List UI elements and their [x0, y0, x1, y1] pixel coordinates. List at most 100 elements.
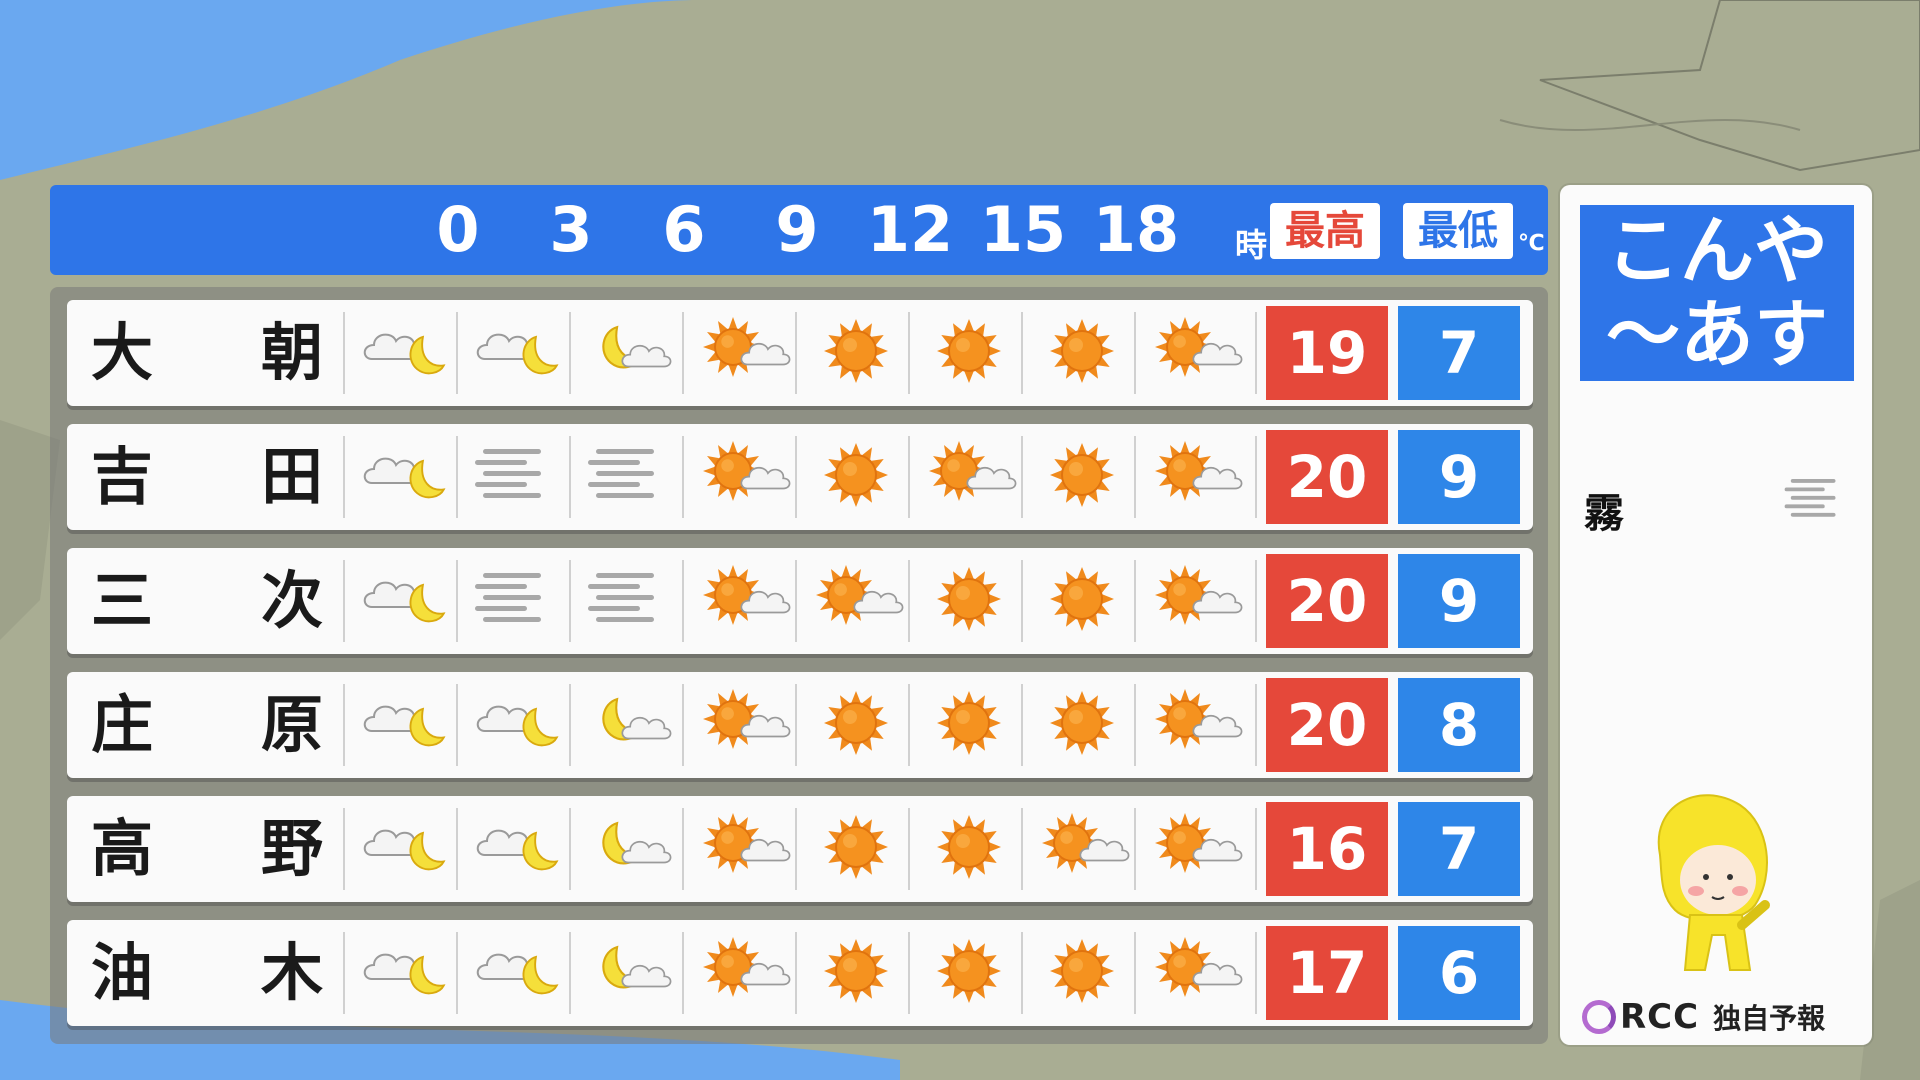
column-separator — [908, 560, 910, 642]
cloud-moon-icon — [356, 683, 452, 767]
column-separator — [569, 932, 571, 1014]
hour-label: 18 — [1092, 193, 1180, 266]
fog-icon — [469, 559, 565, 643]
column-separator — [569, 684, 571, 766]
column-separator — [343, 560, 345, 642]
sun-icon — [921, 931, 1017, 1015]
sun-icon — [921, 683, 1017, 767]
city-name-part1: 油 — [91, 936, 154, 1009]
weather-cell — [1025, 434, 1138, 520]
weather-cell — [460, 558, 573, 644]
weather-cell — [347, 682, 460, 768]
weather-cell — [347, 806, 460, 892]
sun-cloud-icon — [808, 559, 904, 643]
column-separator — [456, 560, 458, 642]
column-separator — [1134, 312, 1136, 394]
weather-cell — [1138, 682, 1251, 768]
weather-cell — [1138, 558, 1251, 644]
weather-cell — [347, 558, 460, 644]
mascot-icon — [1657, 794, 1770, 971]
moon-cloud-icon — [582, 807, 678, 891]
weather-cell — [799, 682, 912, 768]
cloud-moon-icon — [469, 931, 565, 1015]
forecast-row: 庄 原 20 8 — [67, 672, 1533, 778]
city-name-part2: 木 — [261, 936, 324, 1009]
column-separator — [569, 312, 571, 394]
forecast-row: 三 次 20 9 — [67, 548, 1533, 654]
weather-cell — [686, 682, 799, 768]
cloud-moon-icon — [356, 807, 452, 891]
column-separator — [1021, 312, 1023, 394]
sun-cloud-icon — [695, 559, 791, 643]
weather-cell — [799, 930, 912, 1016]
side-panel: こんや ～あす 霧 RCC 独自予報 — [1560, 185, 1872, 1045]
column-separator — [1134, 436, 1136, 518]
city-name-part2: 朝 — [261, 316, 324, 389]
weather-cell — [1025, 558, 1138, 644]
low-temp-header: 最低 — [1403, 203, 1513, 259]
sun-icon — [808, 435, 904, 519]
fog-icon — [582, 559, 678, 643]
weather-cell — [460, 682, 573, 768]
hour-label: 15 — [979, 193, 1067, 266]
city-name-part2: 田 — [261, 440, 324, 513]
column-separator — [343, 932, 345, 1014]
weather-cell — [1025, 682, 1138, 768]
column-separator — [795, 560, 797, 642]
hour-label: 12 — [866, 193, 954, 266]
weather-cell — [686, 930, 799, 1016]
column-separator — [1021, 808, 1023, 890]
column-separator — [456, 436, 458, 518]
column-separator — [343, 808, 345, 890]
column-separator — [343, 312, 345, 394]
cloud-moon-icon — [356, 559, 452, 643]
sun-cloud-icon — [1147, 683, 1243, 767]
weather-cell — [686, 310, 799, 396]
column-separator — [1021, 684, 1023, 766]
weather-cell — [799, 434, 912, 520]
column-separator — [1255, 312, 1257, 394]
column-separator — [1021, 560, 1023, 642]
high-temp: 20 — [1266, 430, 1388, 524]
column-separator — [1134, 932, 1136, 1014]
weather-cell — [573, 806, 686, 892]
rcc-logo-text: RCC — [1620, 997, 1700, 1037]
hour-label: 6 — [662, 193, 706, 266]
weather-cell — [1138, 930, 1251, 1016]
column-separator — [1255, 560, 1257, 642]
column-separator — [682, 436, 684, 518]
weather-cell — [347, 310, 460, 396]
weather-cell — [686, 558, 799, 644]
sun-icon — [1034, 435, 1130, 519]
cloud-moon-icon — [356, 311, 452, 395]
column-separator — [456, 312, 458, 394]
weather-cell — [460, 434, 573, 520]
column-separator — [682, 808, 684, 890]
high-temp: 20 — [1266, 678, 1388, 772]
weather-cell — [912, 558, 1025, 644]
low-temp: 9 — [1398, 554, 1520, 648]
cloud-shape — [620, 841, 671, 864]
sun-icon — [1034, 311, 1130, 395]
hour-unit: 時 — [1235, 226, 1268, 264]
sun-cloud-icon — [1147, 807, 1243, 891]
sun-icon — [808, 683, 904, 767]
sun-cloud-icon — [1147, 435, 1243, 519]
weather-cell — [1138, 310, 1251, 396]
legend-fog-label: 霧 — [1584, 491, 1624, 537]
fog-icon — [582, 435, 678, 519]
column-separator — [456, 684, 458, 766]
weather-cell — [799, 806, 912, 892]
column-separator — [1021, 436, 1023, 518]
column-separator — [795, 932, 797, 1014]
sun-icon — [921, 807, 1017, 891]
sun-icon — [1034, 683, 1130, 767]
temp-unit: ℃ — [1518, 231, 1545, 256]
column-separator — [795, 684, 797, 766]
weather-cell — [799, 310, 912, 396]
weather-cell — [912, 682, 1025, 768]
weather-cell — [573, 682, 686, 768]
city-name-part1: 三 — [91, 564, 154, 637]
weather-cell — [686, 434, 799, 520]
column-separator — [795, 436, 797, 518]
